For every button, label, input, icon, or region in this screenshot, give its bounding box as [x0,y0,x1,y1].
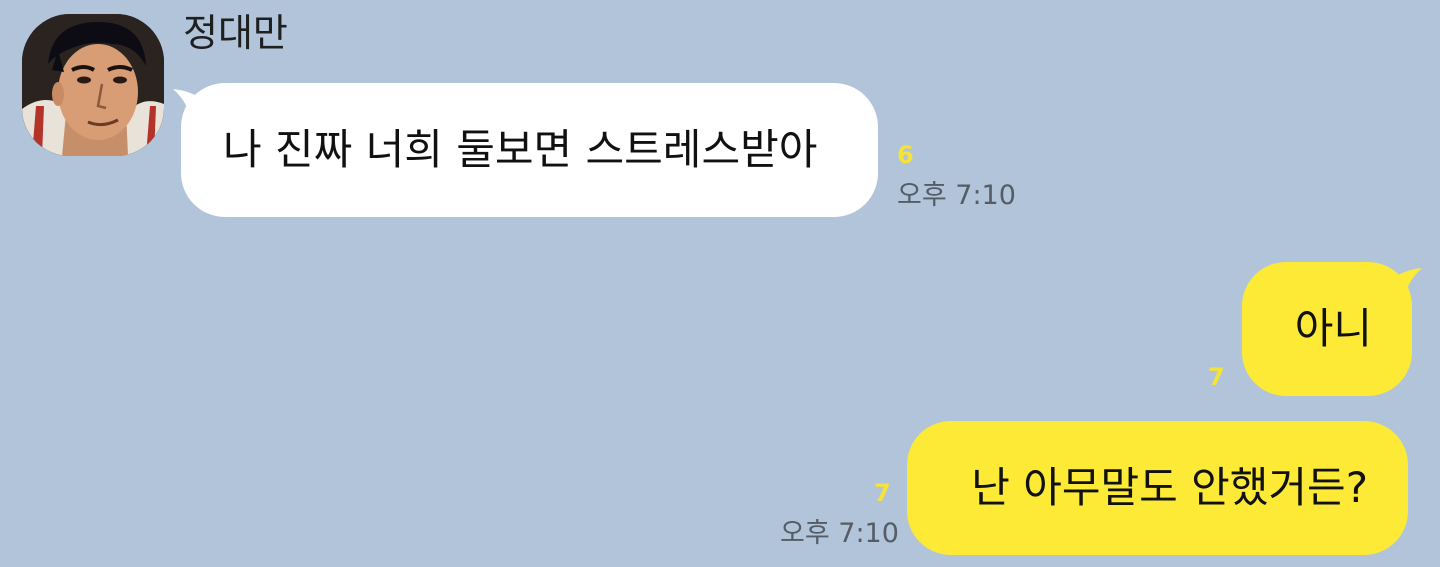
outgoing-message-bubble[interactable]: 난 아무말도 안했거든? [907,421,1408,555]
unread-count: 7 [1208,363,1225,391]
outgoing-message-bubble[interactable]: 아니 [1242,262,1422,396]
unread-count: 6 [897,141,914,169]
incoming-message-bubble[interactable]: 나 진짜 너희 둘보면 스트레스받아 [173,83,878,217]
bubble-tail-icon [1382,268,1422,302]
outgoing-message-text: 난 아무말도 안했거든? [971,463,1368,512]
message-time: 오후 7:10 [780,518,899,549]
message-time: 오후 7:10 [897,180,1016,211]
chat-room: 정대만 나 진짜 너희 둘보면 스트레스받아 6 오후 7:10 7 아니 7 … [0,0,1440,567]
profile-avatar-icon[interactable] [22,14,164,156]
incoming-message-text: 나 진짜 너희 둘보면 스트레스받아 [223,125,818,174]
outgoing-message-text: 아니 [1294,304,1372,353]
unread-count: 7 [874,479,891,507]
bubble-tail-icon [173,89,213,123]
sender-name: 정대만 [183,11,288,55]
avatar-illustration [22,14,164,156]
